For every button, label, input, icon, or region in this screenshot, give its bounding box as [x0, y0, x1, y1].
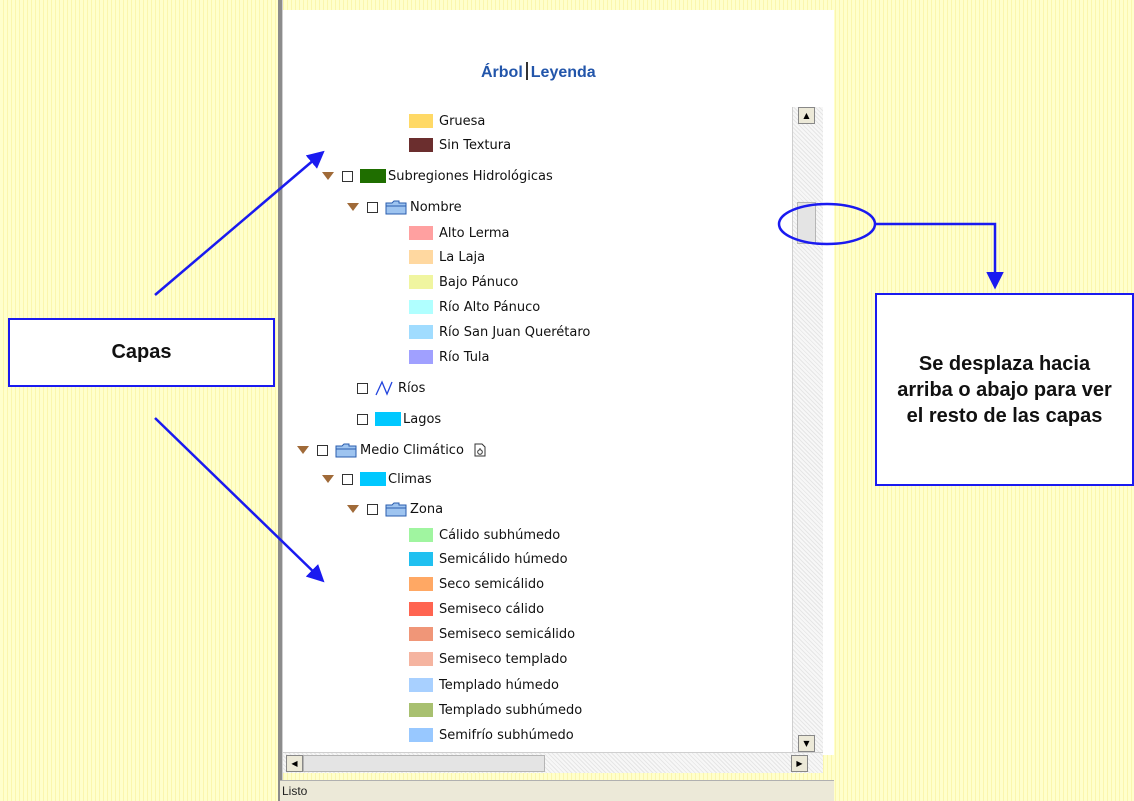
scroll-thumb-highlight — [777, 202, 877, 246]
arrow-to-hint — [875, 222, 1004, 290]
arrow-to-bottom-layers — [154, 417, 325, 583]
annotation-overlay — [154, 150, 1004, 583]
arrow-to-top-layers — [154, 150, 325, 296]
